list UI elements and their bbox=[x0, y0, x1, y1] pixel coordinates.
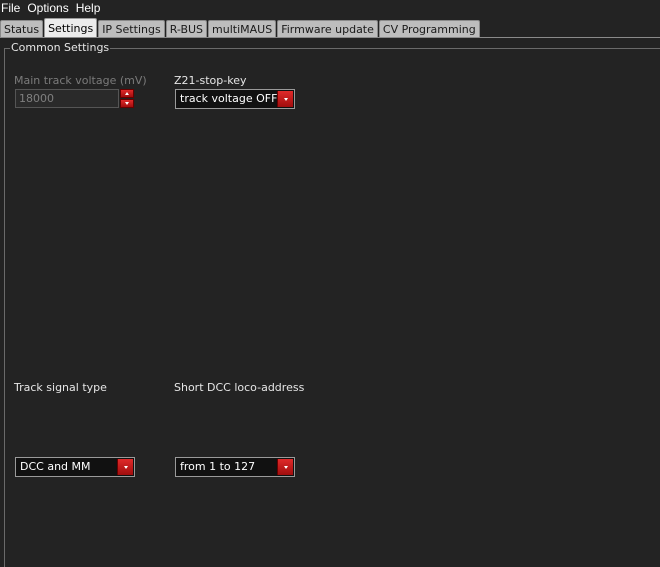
tab-multimaus[interactable]: multiMAUS bbox=[208, 20, 277, 37]
menu-options[interactable]: Options bbox=[26, 1, 71, 15]
tab-firmware-update[interactable]: Firmware update bbox=[277, 20, 378, 37]
tab-status[interactable]: Status bbox=[0, 20, 44, 37]
chevron-down-icon bbox=[123, 465, 128, 469]
track-signal-type-select[interactable]: DCC and MM bbox=[15, 457, 135, 477]
dropdown-arrow-button[interactable] bbox=[277, 91, 293, 107]
chevron-down-icon bbox=[283, 97, 288, 101]
chevron-down-icon bbox=[125, 102, 129, 105]
short-dcc-address-value: from 1 to 127 bbox=[180, 460, 256, 473]
spin-up-button[interactable] bbox=[120, 89, 134, 98]
tab-settings[interactable]: Settings bbox=[44, 18, 98, 37]
tab-cv-programming[interactable]: CV Programming bbox=[378, 20, 480, 37]
chevron-down-icon bbox=[283, 465, 288, 469]
menu-file[interactable]: File bbox=[0, 1, 23, 15]
menu-bar: File Options Help bbox=[0, 0, 660, 16]
tab-bar: Status Settings IP Settings R-BUS multiM… bbox=[0, 18, 660, 37]
tab-ip-settings[interactable]: IP Settings bbox=[98, 20, 165, 37]
short-dcc-address-label: Short DCC loco-address bbox=[174, 381, 305, 394]
track-signal-type-label: Track signal type bbox=[14, 381, 107, 394]
stop-key-value: track voltage OFF bbox=[180, 92, 278, 105]
common-settings-group bbox=[4, 48, 660, 567]
short-dcc-address-select[interactable]: from 1 to 127 bbox=[175, 457, 295, 477]
stop-key-label: Z21-stop-key bbox=[174, 74, 247, 87]
dropdown-arrow-button[interactable] bbox=[117, 459, 133, 475]
main-track-voltage-label: Main track voltage (mV) bbox=[14, 74, 147, 87]
main-track-voltage-input[interactable] bbox=[15, 89, 119, 108]
chevron-up-icon bbox=[125, 92, 129, 95]
group-title: Common Settings bbox=[10, 41, 111, 54]
menu-help[interactable]: Help bbox=[75, 1, 104, 15]
dropdown-arrow-button[interactable] bbox=[277, 459, 293, 475]
tab-r-bus[interactable]: R-BUS bbox=[165, 20, 208, 37]
track-signal-type-value: DCC and MM bbox=[20, 460, 91, 473]
spin-down-button[interactable] bbox=[120, 99, 134, 108]
stop-key-select[interactable]: track voltage OFF bbox=[175, 89, 295, 109]
tab-divider bbox=[0, 37, 660, 38]
